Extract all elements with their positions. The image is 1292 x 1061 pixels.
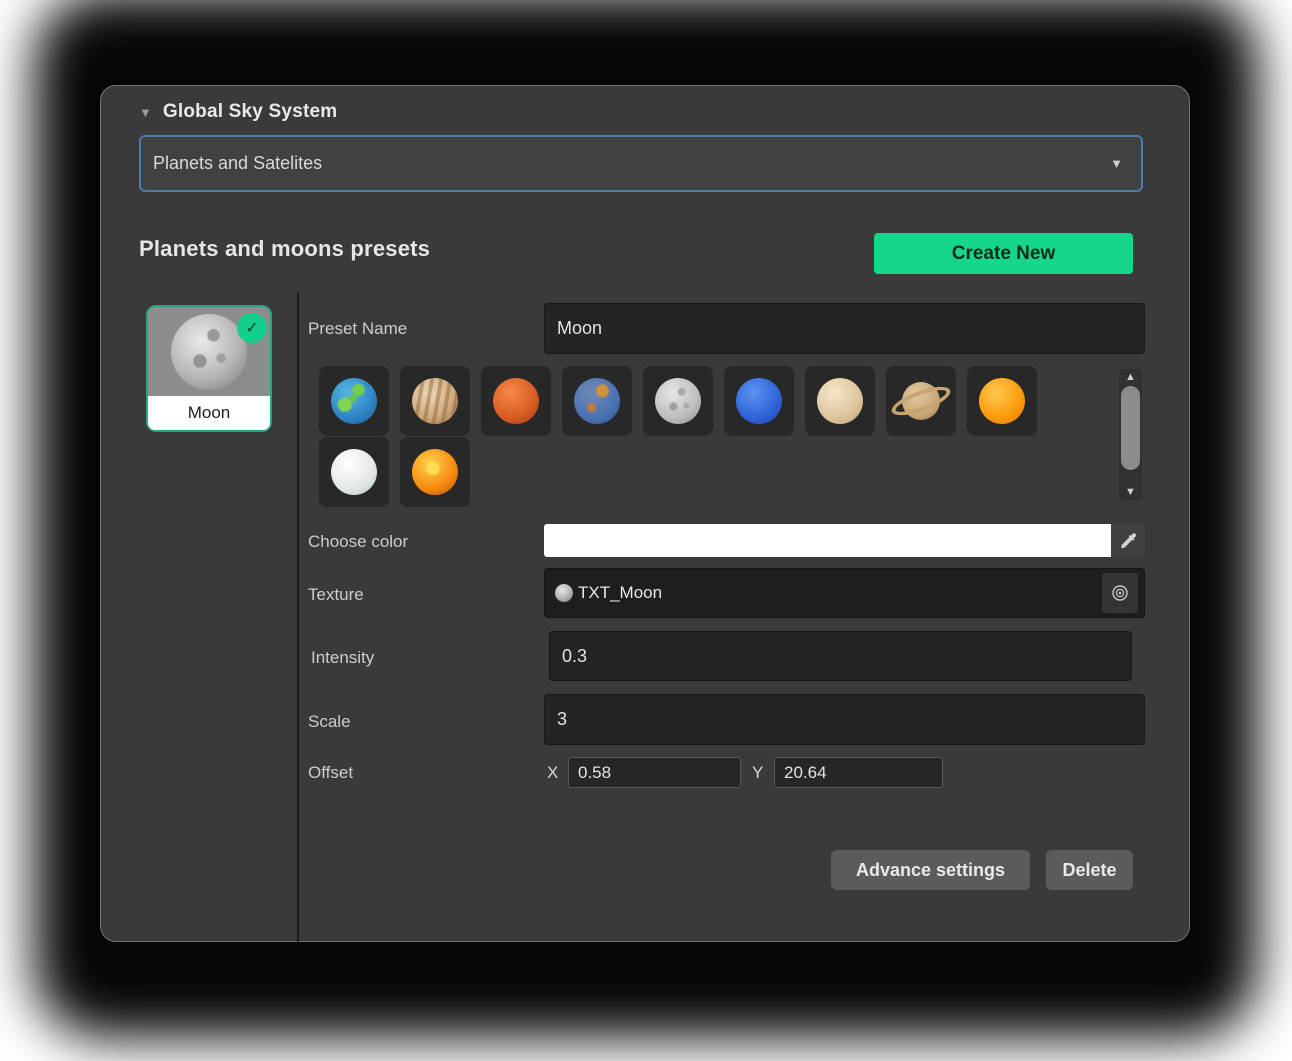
offset-y-label: Y	[752, 758, 763, 788]
sun-orange-icon	[979, 378, 1025, 424]
scale-field-wrap	[544, 694, 1145, 745]
planet-swatch-neptune[interactable]	[724, 366, 794, 436]
vertical-divider	[297, 293, 299, 943]
planet-swatch-ice[interactable]	[319, 437, 389, 507]
planet-swatch-sun-fire[interactable]	[400, 437, 470, 507]
section-heading: Planets and moons presets	[139, 236, 430, 262]
planet-swatch-sun-orange[interactable]	[967, 366, 1037, 436]
screenshot-stage: ▼ Global Sky System Planets and Satelite…	[0, 0, 1292, 1061]
planet-grid	[319, 366, 1037, 507]
dusty-blue-icon	[574, 378, 620, 424]
planet-swatch-jupiter[interactable]	[400, 366, 470, 436]
color-picker-field[interactable]	[544, 524, 1145, 557]
planet-grid-scrollbar: ▲ ▼	[1119, 369, 1142, 501]
preset-card-label: Moon	[148, 396, 270, 430]
earth-icon	[331, 378, 377, 424]
component-title: Global Sky System	[163, 101, 337, 123]
target-picker-icon	[1110, 583, 1130, 603]
scale-input[interactable]	[545, 695, 1144, 744]
planet-swatch-venus[interactable]	[805, 366, 875, 436]
dropdown-selected-value: Planets and Satelites	[153, 153, 322, 174]
offset-label: Offset	[308, 758, 353, 788]
scroll-down-icon[interactable]: ▼	[1125, 484, 1136, 501]
venus-icon	[817, 378, 863, 424]
selected-check-icon: ✓	[237, 313, 267, 343]
moon-icon	[655, 378, 701, 424]
offset-x-label: X	[547, 758, 558, 788]
neptune-icon	[736, 378, 782, 424]
intensity-label: Intensity	[311, 633, 374, 683]
sun-fire-icon	[412, 449, 458, 495]
ice-icon	[331, 449, 377, 495]
eyedropper-button[interactable]	[1111, 524, 1145, 557]
foldout-arrow-icon: ▼	[139, 106, 152, 119]
planet-swatch-moon[interactable]	[643, 366, 713, 436]
preset-card-moon[interactable]: Moon ✓	[146, 305, 272, 432]
delete-button[interactable]: Delete	[1046, 850, 1133, 890]
texture-label: Texture	[308, 570, 364, 620]
planet-swatch-dusty-blue[interactable]	[562, 366, 632, 436]
chevron-down-icon: ▼	[1110, 156, 1123, 171]
offset-x-input[interactable]	[569, 758, 740, 787]
scroll-up-icon[interactable]: ▲	[1125, 369, 1136, 386]
offset-y-field-wrap	[774, 757, 943, 788]
moon-thumbnail-icon	[171, 314, 247, 390]
intensity-field-wrap	[549, 631, 1132, 681]
jupiter-icon	[412, 378, 458, 424]
color-swatch-white[interactable]	[544, 524, 1111, 557]
preset-name-input[interactable]	[545, 304, 1144, 353]
offset-y-input[interactable]	[775, 758, 942, 787]
choose-color-label: Choose color	[308, 526, 408, 558]
preset-name-field-wrap	[544, 303, 1145, 354]
texture-thumbnail-icon	[555, 584, 573, 602]
mars-icon	[493, 378, 539, 424]
advance-settings-button[interactable]: Advance settings	[831, 850, 1030, 890]
saturn-icon	[902, 382, 940, 420]
scale-label: Scale	[308, 697, 351, 747]
offset-x-field-wrap	[568, 757, 741, 788]
eyedropper-icon	[1119, 532, 1137, 550]
preset-name-label: Preset Name	[308, 304, 407, 354]
planet-swatch-earth[interactable]	[319, 366, 389, 436]
sky-mode-dropdown[interactable]: Planets and Satelites ▼	[139, 135, 1143, 192]
texture-asset-name: TXT_Moon	[578, 583, 662, 603]
texture-object-field[interactable]: TXT_Moon	[544, 568, 1145, 618]
create-new-button[interactable]: Create New	[874, 233, 1133, 274]
intensity-input[interactable]	[550, 632, 1131, 680]
scrollbar-thumb[interactable]	[1121, 386, 1140, 470]
component-foldout[interactable]: ▼ Global Sky System	[139, 101, 337, 123]
object-picker-button[interactable]	[1102, 573, 1138, 613]
global-sky-system-panel: ▼ Global Sky System Planets and Satelite…	[100, 85, 1190, 942]
planet-swatch-saturn[interactable]	[886, 366, 956, 436]
planet-swatch-mars[interactable]	[481, 366, 551, 436]
